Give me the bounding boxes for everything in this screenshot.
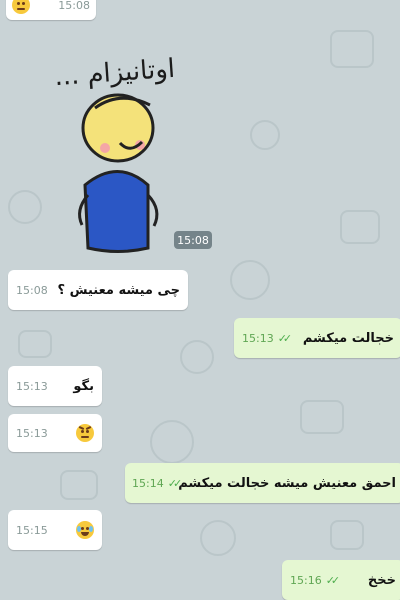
doodle-shape [18,330,52,358]
message-bubble-incoming[interactable]: چی میشه معنیش ؟ 15:08 [8,270,188,310]
doodle-shape [340,210,380,244]
doodle-circle [180,340,214,374]
message-time: 15:16 [290,573,322,587]
doodle-circle [250,120,280,150]
doodle-circle [150,420,194,464]
doodle-shape [300,400,344,434]
sticker-time: 15:08 [174,231,212,249]
message-bubble-partial[interactable]: 15:08 [6,0,96,20]
doodle-circle [230,260,270,300]
sticker-message[interactable]: اوتانیزام ... [20,50,220,255]
message-time: 15:14 [132,476,164,490]
message-time: 15:08 [58,0,90,12]
message-bubble-incoming[interactable]: 15:13 [8,414,102,452]
doodle-circle [200,520,236,556]
message-time: 15:15 [16,523,48,537]
doodle-shape [60,470,98,500]
shy-character-sticker [78,93,159,253]
emoji-icon [12,0,30,14]
message-time: 15:13 [16,426,48,440]
message-time: 15:13 [242,331,274,345]
message-time: 15:13 [16,379,48,393]
message-bubble-incoming[interactable]: 15:15 [8,510,102,550]
message-bubble-outgoing[interactable]: خجالت میکشم 15:13 ✓✓ [234,318,400,358]
message-text: احمق معنیش میشه خجالت میکشم [178,475,396,491]
angry-face-icon [76,424,94,442]
message-bubble-outgoing[interactable]: خخخ 15:16 ✓✓ [282,560,400,600]
message-text: خخخ [367,572,396,588]
message-text: خجالت میکشم [302,330,394,346]
laughing-tears-icon [76,521,94,539]
message-text: چی میشه معنیش ؟ [57,282,180,298]
message-bubble-outgoing[interactable]: احمق معنیش میشه خجالت میکشم 15:14 ✓✓ [125,463,400,503]
double-check-icon: ✓✓ [325,573,341,587]
message-time: 15:08 [16,283,48,297]
message-bubble-incoming[interactable]: بگو 15:13 [8,366,102,406]
doodle-shape [330,520,364,550]
doodle-shape [330,30,374,68]
double-check-icon: ✓✓ [277,331,293,345]
message-text: بگو [73,378,94,394]
double-check-icon: ✓✓ [167,476,183,490]
